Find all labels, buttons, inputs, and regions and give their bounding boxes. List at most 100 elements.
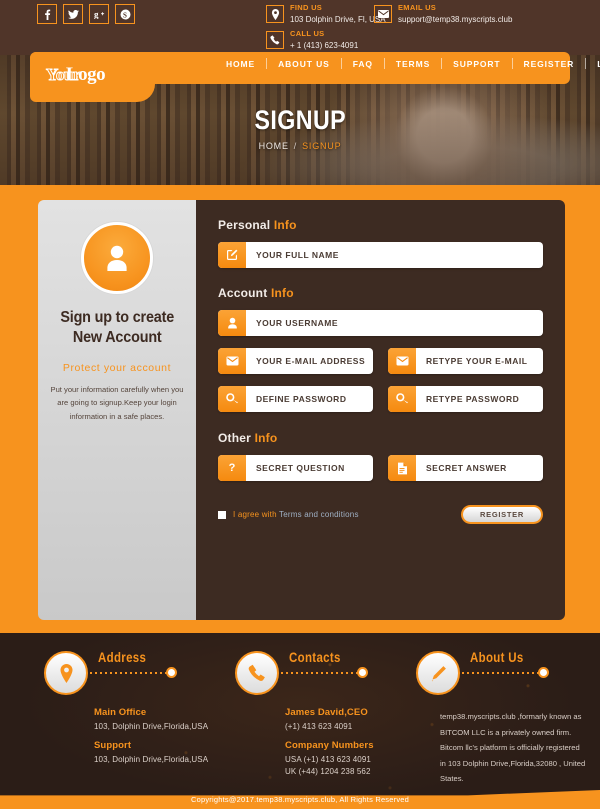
location-pin-icon — [44, 651, 88, 695]
footer-main-office-address: 103, Dolphin Drive,Florida,USA — [94, 722, 209, 731]
terms-agree-label: I agree with Terms and conditions — [233, 510, 359, 519]
envelope-icon — [388, 348, 416, 374]
contact-value: support@temp38.myscripts.club — [398, 14, 513, 24]
footer-ceo-label: James David,CEO — [285, 707, 368, 718]
footer-column-address: Address Main Office 103, Dolphin Drive,F… — [24, 647, 214, 766]
envelope-icon — [218, 348, 246, 374]
footer-end-dot — [166, 667, 177, 678]
field-secret-question-placeholder[interactable]: SECRET QUESTION — [246, 455, 373, 481]
field-retype-email-placeholder[interactable]: RETYPE YOUR E-MAIL — [416, 348, 543, 374]
copyright-text: Copyrights@2017.temp38.myscripts.club, A… — [190, 795, 410, 804]
nav-item-login[interactable]: LOGIN — [586, 59, 600, 69]
envelope-icon — [374, 5, 392, 23]
footer-ceo-phone: (+1) 413 623 4091 — [285, 722, 353, 731]
contact-label: FIND US — [290, 3, 323, 12]
svg-text:S: S — [123, 11, 127, 19]
section-title-highlight: Info — [270, 286, 294, 300]
footer-uk-number: UK (+44) 1204 238 562 — [285, 767, 371, 776]
google-plus-icon[interactable]: g — [89, 4, 109, 24]
nav-item-about-us[interactable]: ABOUT US — [267, 59, 341, 69]
agree-and-submit-row: I agree with Terms and conditions REGIST… — [218, 505, 543, 524]
panel-body-text: Put your information carefully when you … — [50, 385, 184, 421]
key-icon — [388, 386, 416, 412]
terms-link[interactable]: Terms and conditions — [279, 510, 359, 519]
breadcrumb-home[interactable]: HOME — [259, 141, 289, 151]
field-full-name-placeholder[interactable]: YOUR FULL NAME — [246, 242, 543, 268]
question-mark-icon: ? — [218, 455, 246, 481]
terms-checkbox[interactable] — [218, 510, 226, 519]
section-title: Account — [218, 286, 268, 300]
breadcrumb-separator: / — [293, 141, 298, 151]
field-full-name[interactable]: YOUR FULL NAME — [218, 242, 543, 268]
email-field-row: YOUR E-MAIL ADDRESS RETYPE YOUR E-MAIL — [218, 348, 543, 374]
signup-form-panel: Personal Info YOUR FULL NAME Account Inf… — [196, 200, 565, 620]
footer-title-contacts: Contacts — [289, 649, 341, 665]
footer-title-address: Address — [98, 649, 147, 665]
document-icon — [388, 455, 416, 481]
pencil-icon — [416, 651, 460, 695]
social-links: g S — [37, 4, 135, 24]
contact-label: CALL US — [290, 29, 325, 38]
field-email-placeholder[interactable]: YOUR E-MAIL ADDRESS — [246, 348, 373, 374]
section-heading-account: Account Info — [218, 286, 543, 300]
footer-usa-number: USA (+1) 413 623 4091 — [285, 755, 371, 764]
field-retype-password-placeholder[interactable]: RETYPE PASSWORD — [416, 386, 543, 412]
user-avatar-icon — [81, 222, 153, 294]
contact-value: 103 Dolphin Drive, Fl, USA — [290, 14, 386, 24]
footer-column-contacts: Contacts James David,CEO (+1) 413 623 40… — [215, 647, 405, 778]
section-title: Other — [218, 431, 252, 445]
footer-dashed-line — [281, 672, 359, 674]
nav-menu: HOME ABOUT US FAQ TERMS SUPPORT REGISTER… — [215, 58, 600, 69]
footer-about-text: temp38.myscripts.club ,formarly known as… — [440, 712, 586, 784]
field-email[interactable]: YOUR E-MAIL ADDRESS — [218, 348, 373, 374]
panel-heading-line2: New Account — [72, 329, 162, 346]
contact-email-us: EMAIL US support@temp38.myscripts.club — [374, 3, 513, 24]
nav-item-faq[interactable]: FAQ — [342, 59, 384, 69]
field-username-placeholder[interactable]: YOUR USERNAME — [246, 310, 543, 336]
section-title-highlight: Info — [254, 431, 278, 445]
facebook-icon[interactable] — [37, 4, 57, 24]
page-title: SIGNUP — [254, 105, 346, 135]
nav-item-support[interactable]: SUPPORT — [442, 59, 511, 69]
nav-item-terms[interactable]: TERMS — [385, 59, 441, 69]
breadcrumb-current: SIGNUP — [302, 141, 342, 151]
section-title: Personal — [218, 218, 271, 232]
phone-icon — [235, 651, 279, 695]
footer-end-dot — [357, 667, 368, 678]
footer-end-dot — [538, 667, 549, 678]
field-password-placeholder[interactable]: DEFINE PASSWORD — [246, 386, 373, 412]
password-field-row: DEFINE PASSWORD RETYPE PASSWORD — [218, 386, 543, 412]
footer-dashed-line — [90, 672, 168, 674]
footer-company-numbers-label: Company Numbers — [285, 740, 374, 751]
field-retype-password[interactable]: RETYPE PASSWORD — [388, 386, 543, 412]
nav-item-register[interactable]: REGISTER — [513, 59, 586, 69]
field-password[interactable]: DEFINE PASSWORD — [218, 386, 373, 412]
field-retype-email[interactable]: RETYPE YOUR E-MAIL — [388, 348, 543, 374]
field-secret-question[interactable]: ? SECRET QUESTION — [218, 455, 373, 481]
site-logo[interactable]: YourLogo — [46, 58, 106, 85]
twitter-icon[interactable] — [63, 4, 83, 24]
contact-find-us: FIND US 103 Dolphin Drive, Fl, USA — [266, 3, 386, 24]
field-username[interactable]: YOUR USERNAME — [218, 310, 543, 336]
field-secret-answer-placeholder[interactable]: SECRET ANSWER — [416, 455, 543, 481]
edit-pencil-icon — [218, 242, 246, 268]
panel-subheading: Protect your account — [62, 362, 172, 374]
location-pin-icon — [266, 5, 284, 23]
phone-icon — [266, 31, 284, 49]
footer-title-about-us: About Us — [470, 649, 524, 665]
footer-support-label: Support — [94, 740, 132, 751]
svg-text:g: g — [94, 10, 99, 20]
panel-heading-line1: Sign up to create — [60, 309, 174, 326]
footer-main-office-label: Main Office — [94, 707, 147, 718]
site-footer: Address Main Office 103, Dolphin Drive,F… — [0, 633, 600, 809]
skype-icon[interactable]: S — [115, 4, 135, 24]
nav-item-home[interactable]: HOME — [215, 59, 266, 69]
contact-label: EMAIL US — [398, 3, 437, 12]
field-secret-answer[interactable]: SECRET ANSWER — [388, 455, 543, 481]
logo-text-logo: Logo — [65, 64, 106, 85]
register-button[interactable]: REGISTER — [461, 505, 543, 524]
contact-call-us: CALL US + 1 (413) 623-4091 — [266, 29, 358, 50]
breadcrumb: HOME / SIGNUP — [259, 141, 342, 151]
footer-support-address: 103, Dolphin Drive,Florida,USA — [94, 755, 209, 764]
panel-heading: Sign up to create New Account — [60, 308, 174, 348]
